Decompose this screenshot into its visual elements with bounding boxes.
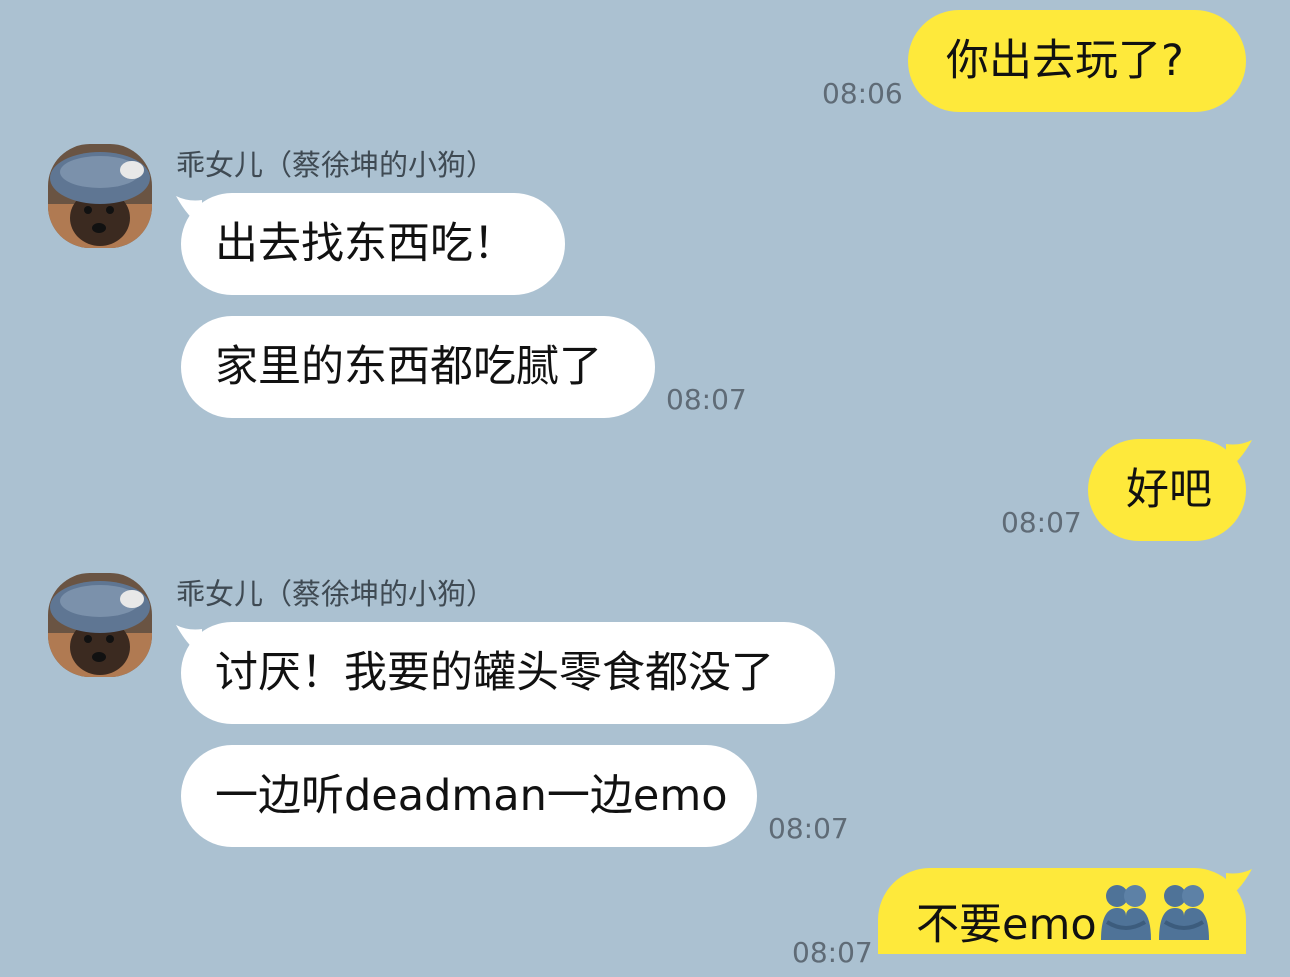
message-text: 你出去玩了? <box>946 36 1184 86</box>
hug-emoji-icon <box>1155 875 1213 977</box>
outgoing-message-bubble[interactable]: 你出去玩了? <box>908 10 1246 112</box>
message-text: 好吧 <box>1126 465 1212 515</box>
hug-emoji-icon <box>1097 875 1155 977</box>
sender-name: 乖女儿（蔡徐坤的小狗） <box>176 148 496 182</box>
message-timestamp: 08:07 <box>1001 506 1082 539</box>
avatar[interactable] <box>48 573 152 677</box>
incoming-message-bubble[interactable]: 讨厌！我要的罐头零食都没了 <box>181 622 835 724</box>
dog-avatar-icon <box>48 573 152 677</box>
message-text: 讨厌！我要的罐头零食都没了 <box>215 648 774 698</box>
bubble-tail <box>1226 440 1252 470</box>
message-timestamp: 08:07 <box>792 936 873 969</box>
bubble-tail <box>1226 869 1252 899</box>
message-text: 出去找东西吃！ <box>215 219 516 269</box>
message-timestamp: 08:07 <box>666 383 747 416</box>
dog-avatar-icon <box>48 144 152 248</box>
incoming-message-bubble[interactable]: 出去找东西吃！ <box>181 193 565 295</box>
sender-name: 乖女儿（蔡徐坤的小狗） <box>176 577 496 611</box>
message-text: 家里的东西都吃腻了 <box>215 342 602 392</box>
message-timestamp: 08:06 <box>822 77 903 110</box>
incoming-message-bubble[interactable]: 一边听deadman一边emo <box>181 745 757 847</box>
message-text: 不要emo <box>916 900 1097 950</box>
incoming-message-bubble[interactable]: 家里的东西都吃腻了 <box>181 316 655 418</box>
message-text: 一边听deadman一边emo <box>215 771 728 821</box>
chat-message-list[interactable]: 08:06 你出去玩了? 乖女儿（蔡徐坤的小狗） 出去找东西吃！ 家里的东西都吃… <box>0 0 1290 968</box>
outgoing-message-bubble[interactable]: 好吧 <box>1088 439 1246 541</box>
message-timestamp: 08:07 <box>768 812 849 845</box>
avatar[interactable] <box>48 144 152 248</box>
outgoing-message-bubble[interactable]: 不要emo <box>878 868 1246 954</box>
